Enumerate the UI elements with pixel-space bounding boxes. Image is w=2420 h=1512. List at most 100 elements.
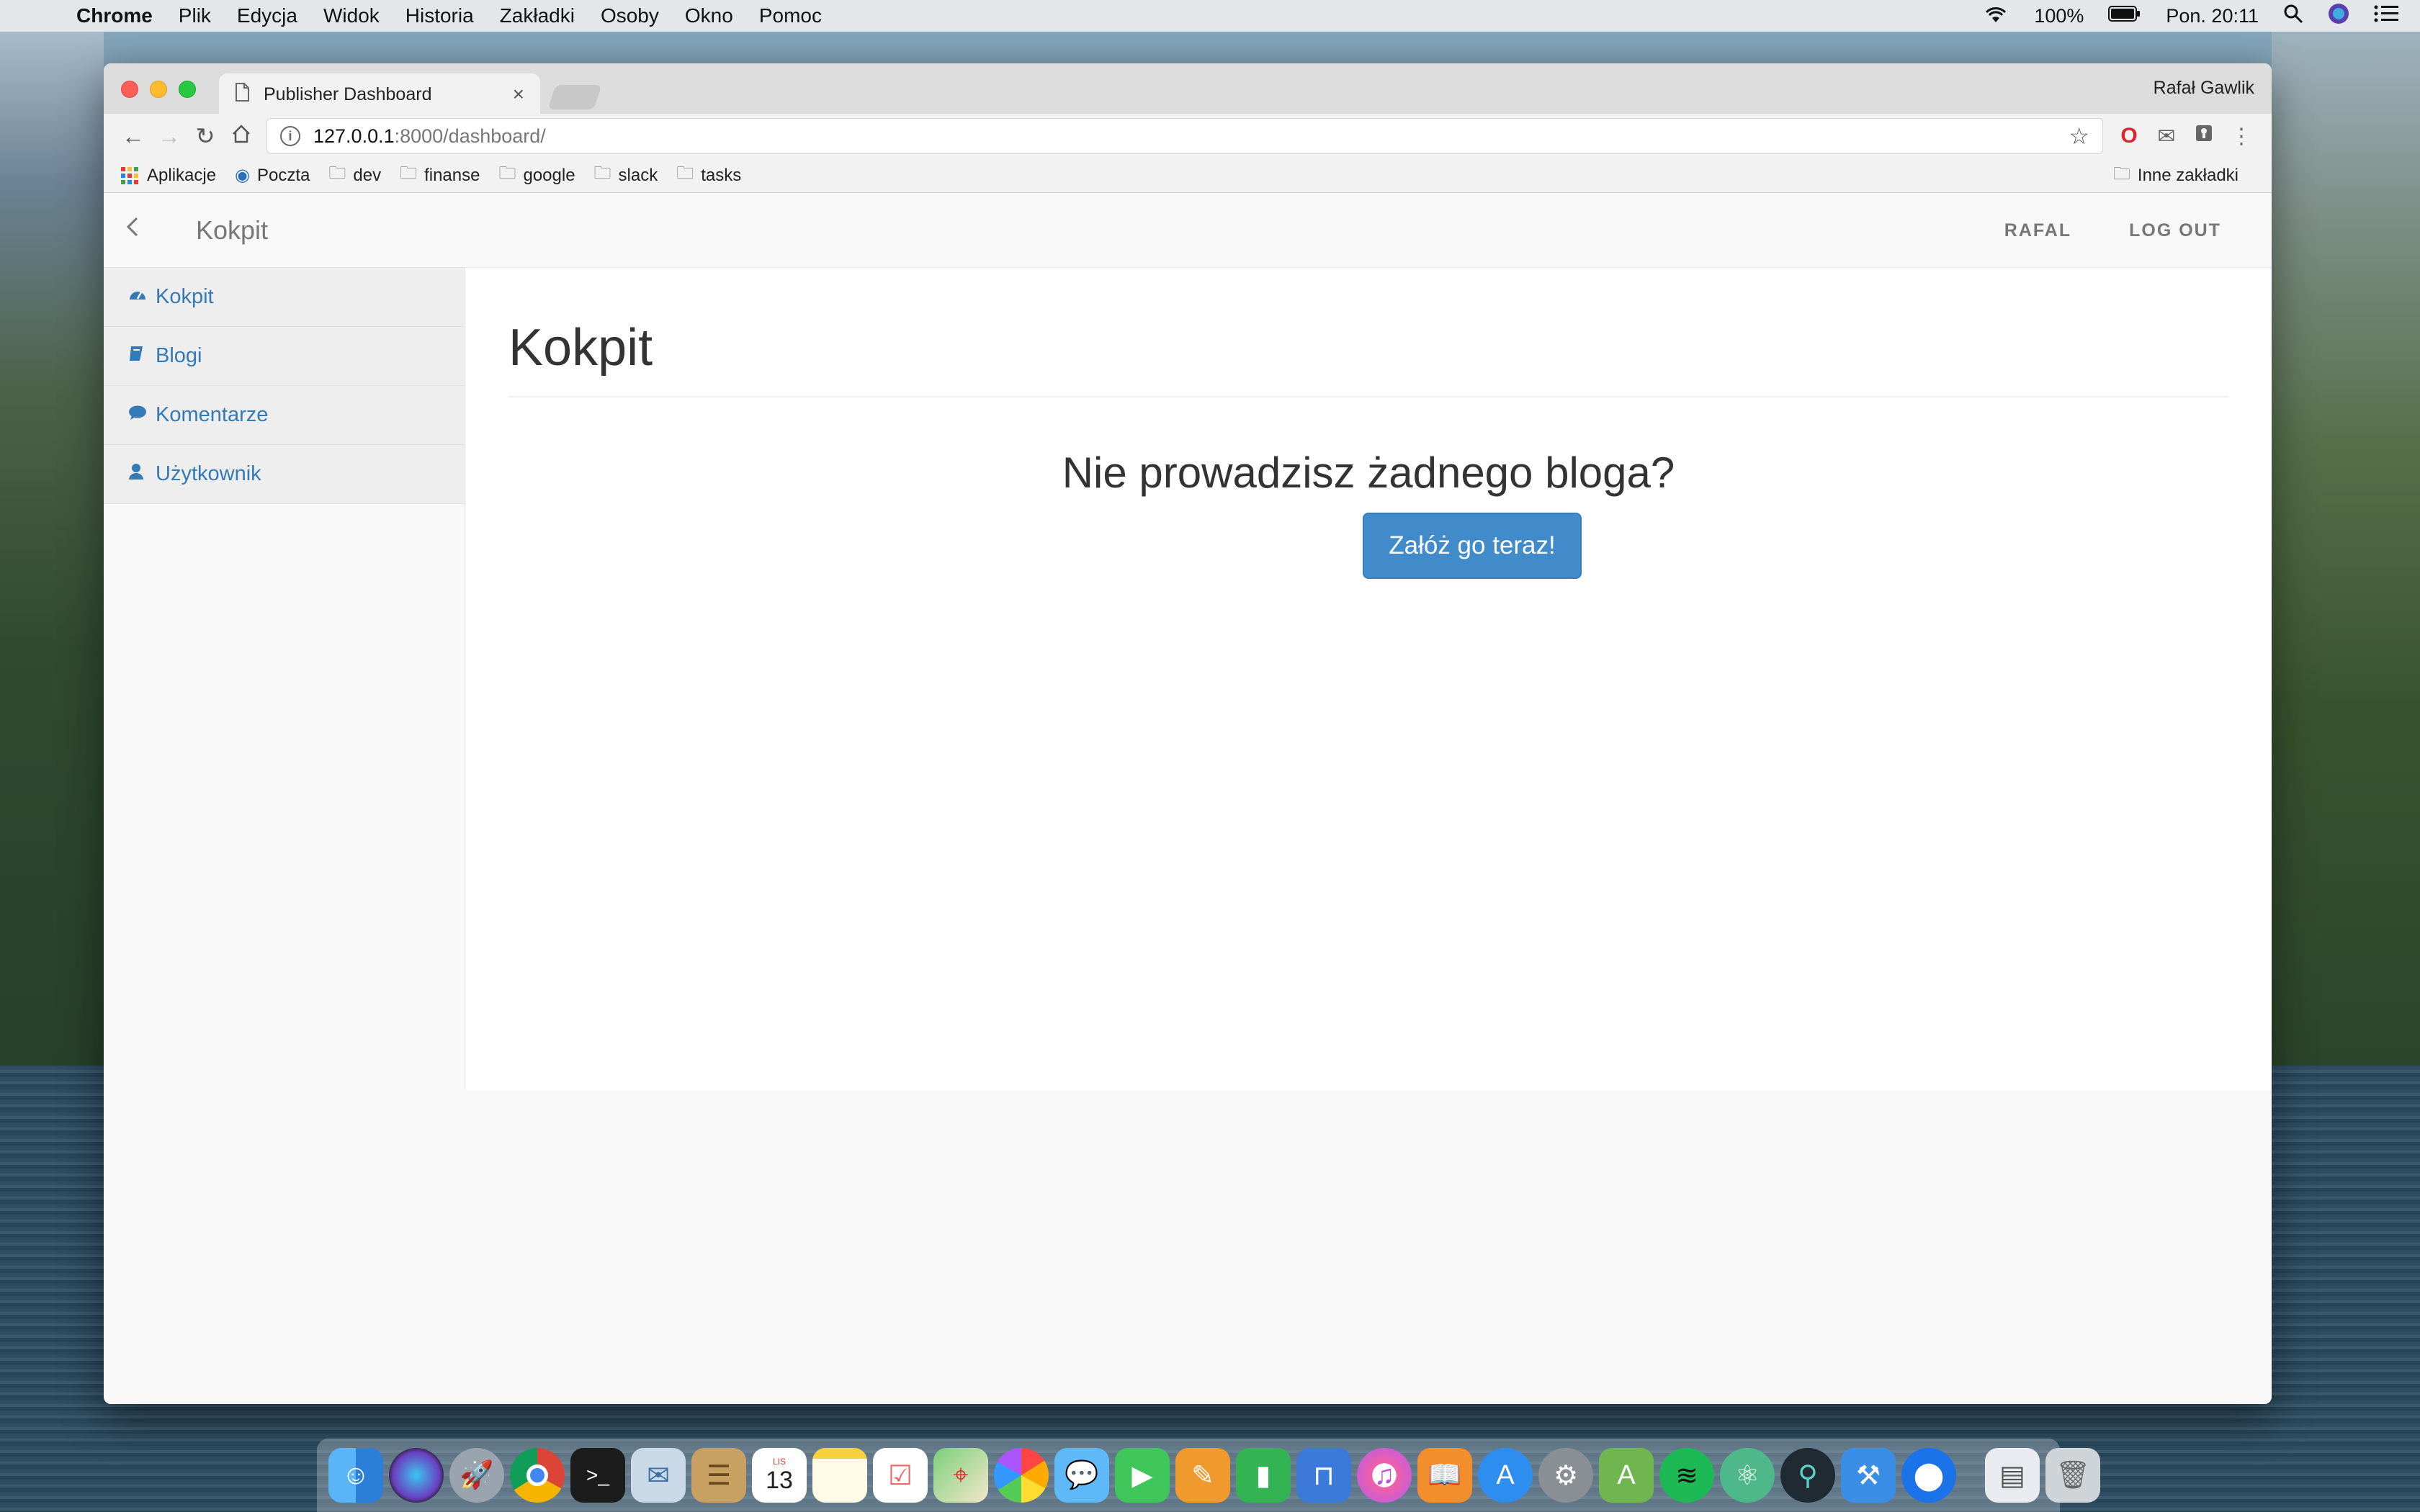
launchpad-icon[interactable]: 🚀 <box>449 1448 504 1503</box>
finder-icon[interactable]: ☺ <box>328 1448 383 1503</box>
empty-state-message: Nie prowadzisz żadnego bloga? <box>1062 449 1675 497</box>
messages-icon[interactable]: 💬 <box>1054 1448 1109 1503</box>
ibooks-icon[interactable]: 📖 <box>1417 1448 1472 1503</box>
menu-pomoc[interactable]: Pomoc <box>759 4 822 27</box>
xcode-icon[interactable]: ⚒ <box>1841 1448 1896 1503</box>
browser-menu-icon[interactable]: ⋮ <box>2223 124 2260 149</box>
browser-titlebar: Publisher Dashboard × Rafał Gawlik <box>104 63 2272 115</box>
bookmark-slack-label: slack <box>618 165 658 185</box>
sidebar-item-uzytkownik[interactable]: Użytkownik <box>104 445 465 504</box>
menu-plik[interactable]: Plik <box>179 4 211 27</box>
system-preferences-icon[interactable]: ⚙ <box>1538 1448 1593 1503</box>
wifi-icon[interactable] <box>1982 4 2009 29</box>
new-tab-button[interactable] <box>547 85 602 109</box>
profile-name[interactable]: Rafał Gawlik <box>2154 78 2254 99</box>
url-host: 127.0.0.1 <box>313 125 395 147</box>
notes-icon[interactable] <box>812 1448 867 1503</box>
page-title: Kokpit <box>508 319 653 377</box>
reload-icon[interactable]: ↻ <box>187 122 223 150</box>
itunes-icon[interactable]: ♫ <box>1357 1448 1412 1503</box>
menu-edycja[interactable]: Edycja <box>237 4 297 27</box>
siri-dock-icon[interactable] <box>389 1448 444 1503</box>
sidebar-item-kokpit[interactable]: Kokpit <box>104 268 465 327</box>
back-arrow-icon[interactable]: ← <box>115 123 151 150</box>
sidebar-toggle-chevron-icon[interactable] <box>125 216 169 244</box>
opera-extension-icon[interactable]: O <box>2110 124 2148 148</box>
keyhole-extension-icon[interactable] <box>2185 124 2223 148</box>
desktop-wallpaper-left <box>0 29 104 1066</box>
address-bar[interactable]: i 127.0.0.1:8000/dashboard/ ☆ <box>266 118 2103 154</box>
battery-percent[interactable]: 100% <box>2034 5 2084 27</box>
chrome-icon[interactable] <box>510 1448 565 1503</box>
bookmark-star-icon[interactable]: ☆ <box>2069 122 2089 150</box>
bookmarks-bar: Aplikacje ◉ Poczta 🗀 dev 🗀 finanse 🗀 goo… <box>104 158 2272 193</box>
bookmark-folder-dev[interactable]: 🗀 dev <box>328 161 381 190</box>
location-pin-app-icon[interactable]: ⬤ <box>1901 1448 1956 1503</box>
menu-app-name[interactable]: Chrome <box>76 4 153 27</box>
contacts-icon[interactable]: ☰ <box>691 1448 746 1503</box>
site-info-icon[interactable]: i <box>280 126 300 146</box>
mail-stamp-icon[interactable]: ✉ <box>631 1448 686 1503</box>
window-close-button[interactable] <box>121 81 138 98</box>
bookmark-folder-slack[interactable]: 🗀 slack <box>594 161 658 190</box>
window-maximize-button[interactable] <box>179 81 196 98</box>
menubar-clock[interactable]: Pon. 20:11 <box>2166 5 2259 27</box>
browser-window: Publisher Dashboard × Rafał Gawlik ← → ↻… <box>104 63 2272 1404</box>
bookmark-folder-google[interactable]: 🗀 google <box>498 161 575 190</box>
bookmark-apps-label: Aplikacje <box>147 165 217 185</box>
menu-widok[interactable]: Widok <box>323 4 380 27</box>
bookmark-poczta[interactable]: ◉ Poczta <box>235 165 310 186</box>
mail-extension-icon[interactable]: ✉ <box>2148 124 2185 149</box>
downloads-stack-icon[interactable]: ▤ <box>1985 1448 2040 1503</box>
maps-icon[interactable]: ⌖ <box>933 1448 988 1503</box>
navbar-brand[interactable]: Kokpit <box>196 215 268 246</box>
facetime-icon[interactable]: ▶ <box>1115 1448 1170 1503</box>
numbers-icon[interactable]: ▮ <box>1236 1448 1291 1503</box>
spotify-icon[interactable]: ≋ <box>1659 1448 1714 1503</box>
bookmark-apps[interactable]: Aplikacje <box>121 166 216 186</box>
menu-osoby[interactable]: Osoby <box>601 4 659 27</box>
bookmark-other[interactable]: 🗀 Inne zakładki <box>2113 158 2238 193</box>
home-icon[interactable] <box>223 123 259 150</box>
create-blog-button[interactable]: Załóż go teraz! <box>1363 513 1582 579</box>
menu-zakladki[interactable]: Zakładki <box>500 4 575 27</box>
book-icon <box>128 345 156 367</box>
window-minimize-button[interactable] <box>150 81 167 98</box>
sidebar-item-komentarze[interactable]: Komentarze <box>104 386 465 445</box>
menu-bar: Chrome Plik Edycja Widok Historia Zakład… <box>0 0 2420 32</box>
photos-icon[interactable] <box>994 1448 1049 1503</box>
sidebar-item-blogi[interactable]: Blogi <box>104 327 465 386</box>
app-store-icon[interactable]: A <box>1478 1448 1533 1503</box>
battery-icon[interactable] <box>2108 4 2141 27</box>
bookmark-google-label: google <box>523 165 575 185</box>
atom-icon[interactable]: ⚛ <box>1720 1448 1775 1503</box>
web-page: Kokpit RAFAL LOG OUT Kokpit Blogi Koment… <box>104 193 2272 1404</box>
terminal-icon[interactable]: >_ <box>570 1448 625 1503</box>
bookmark-folder-tasks[interactable]: 🗀 tasks <box>676 161 741 190</box>
browser-tab-active[interactable]: Publisher Dashboard × <box>219 73 540 115</box>
siri-icon[interactable] <box>2328 3 2349 30</box>
nav-logout-link[interactable]: LOG OUT <box>2129 220 2221 241</box>
calendar-icon[interactable]: LIS 13 <box>752 1448 807 1503</box>
mail-bird-icon: ◉ <box>235 166 250 185</box>
user-icon <box>128 463 156 485</box>
keynote-icon[interactable]: ⊓ <box>1296 1448 1351 1503</box>
nav-user-link[interactable]: RAFAL <box>2004 220 2071 241</box>
gitkraken-icon[interactable]: ⚲ <box>1780 1448 1835 1503</box>
folder-icon: 🗀 <box>593 163 611 183</box>
pages-icon[interactable]: ✎ <box>1175 1448 1230 1503</box>
tab-close-icon[interactable]: × <box>513 83 524 106</box>
android-studio-icon[interactable]: A <box>1599 1448 1654 1503</box>
reminders-icon[interactable]: ☑ <box>873 1448 928 1503</box>
forward-arrow-icon[interactable]: → <box>151 123 187 150</box>
spotlight-search-icon[interactable] <box>2283 4 2303 29</box>
bookmark-folder-finanse[interactable]: 🗀 finanse <box>400 161 480 190</box>
menu-historia[interactable]: Historia <box>405 4 474 27</box>
notification-center-icon[interactable] <box>2374 4 2398 28</box>
trash-icon[interactable]: 🗑 <box>2045 1448 2100 1503</box>
bookmark-tasks-label: tasks <box>701 165 742 185</box>
menu-okno[interactable]: Okno <box>685 4 733 27</box>
calendar-day: 13 <box>766 1466 793 1494</box>
desktop-wallpaper-right <box>2272 29 2420 1066</box>
sidebar-item-label: Użytkownik <box>156 462 261 485</box>
